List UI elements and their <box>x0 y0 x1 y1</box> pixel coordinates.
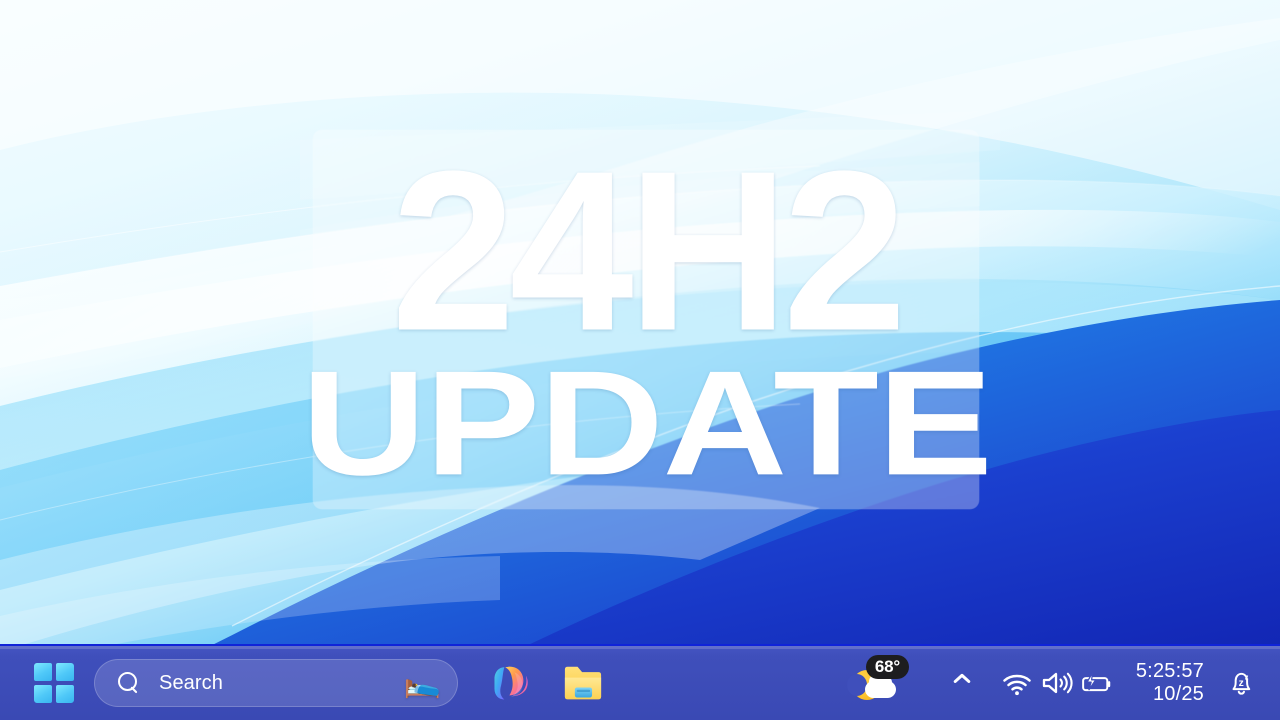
notifications-button[interactable]: z z <box>1218 657 1264 709</box>
desktop[interactable]: 24H2 UPDATE Search 🛌 68° 5:25:57 10/25 z… <box>0 0 1280 720</box>
search-highlight-emoji: 🛌 <box>403 666 441 699</box>
clock-date: 10/25 <box>1152 683 1204 705</box>
network-button[interactable] <box>1000 657 1034 709</box>
title-overlay-panel <box>313 130 979 509</box>
chevron-up-icon <box>953 674 971 692</box>
show-hidden-icons-button[interactable] <box>940 657 984 709</box>
search-icon <box>117 672 139 694</box>
wifi-icon <box>1003 674 1031 696</box>
system-tray: 68° 5:25:57 10/25 z z <box>842 655 1280 710</box>
start-button[interactable] <box>30 659 78 707</box>
copilot-icon <box>494 666 528 700</box>
folder-icon <box>564 666 602 700</box>
pinned-apps <box>488 660 606 706</box>
dnd-badge-letter: z <box>1239 678 1244 689</box>
taskbar-app-file-explorer[interactable] <box>560 660 606 706</box>
search-input[interactable]: Search 🛌 <box>94 659 458 707</box>
clock-time: 5:25:57 <box>1135 659 1204 682</box>
windows-logo-icon <box>34 663 74 703</box>
taskbar[interactable]: Search 🛌 68° 5:25:57 10/25 z z <box>0 644 1280 720</box>
taskbar-left-cluster: Search 🛌 <box>0 659 606 707</box>
svg-text:z: z <box>1245 672 1249 681</box>
search-placeholder-text: Search <box>159 671 223 694</box>
battery-charging-icon <box>1082 672 1111 692</box>
battery-button[interactable] <box>1080 657 1114 709</box>
volume-button[interactable] <box>1040 657 1074 709</box>
clock-button[interactable]: 5:25:57 10/25 <box>1134 656 1206 710</box>
taskbar-app-copilot[interactable] <box>488 660 534 706</box>
weather-widget[interactable]: 68° <box>842 655 914 709</box>
bell-dnd-icon: z z <box>1232 672 1251 695</box>
tray-status-icons <box>1000 657 1114 709</box>
speaker-icon <box>1042 672 1073 694</box>
weather-temperature-badge: 68° <box>865 655 909 679</box>
